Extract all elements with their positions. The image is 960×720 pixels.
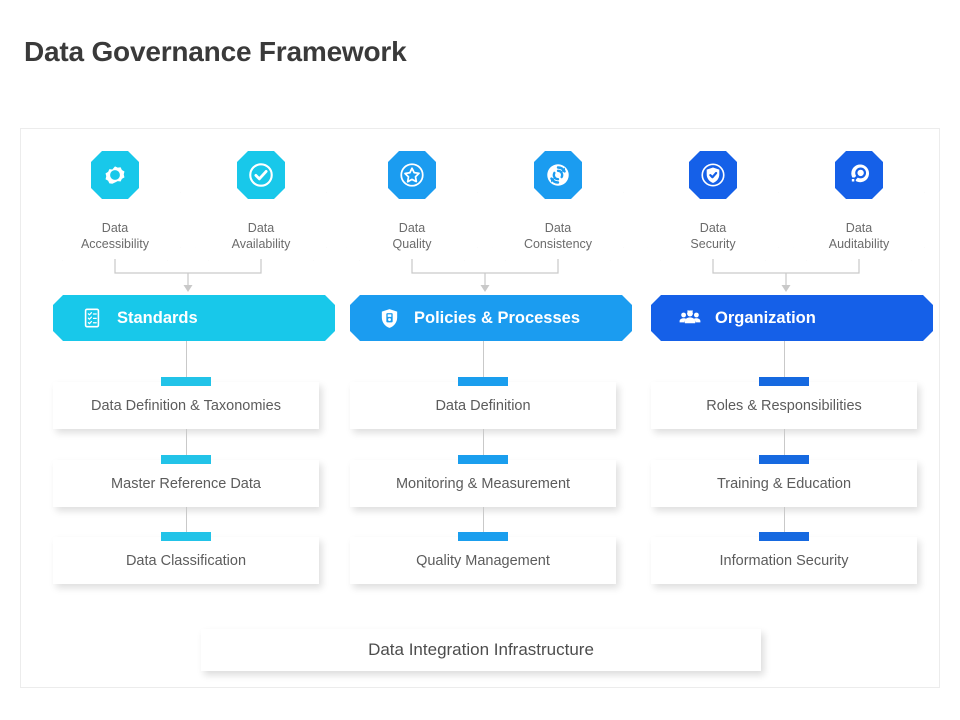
item-label: Master Reference Data <box>111 475 261 492</box>
accent-bar <box>458 532 508 541</box>
item-label: Quality Management <box>416 552 550 569</box>
item-card[interactable]: Training & Education <box>651 455 917 507</box>
capability-row: Data Security Data Auditability <box>647 151 937 261</box>
people-group-icon <box>677 305 703 331</box>
slide: Data Governance Framework Data Accessibi… <box>0 0 960 720</box>
item-label: Data Definition & Taxonomies <box>91 397 281 414</box>
bracket-connector <box>114 259 262 292</box>
bracket-connector <box>712 259 860 292</box>
capability-label: Data Consistency <box>523 221 593 251</box>
accent-bar <box>458 455 508 464</box>
connector-line <box>483 429 484 455</box>
item-card[interactable]: Data Classification <box>53 532 319 584</box>
shield-check-icon <box>689 151 737 199</box>
capability-label: Data Availability <box>231 221 291 251</box>
banner-standards[interactable]: Standards <box>53 295 335 341</box>
item-label: Data Classification <box>125 552 247 569</box>
column-policies-processes: Data Quality Data Consistency Policies &… <box>346 129 636 687</box>
banner-label: Policies & Processes <box>414 308 581 327</box>
bracket-connector <box>411 259 559 292</box>
accent-bar <box>458 377 508 386</box>
item-label: Training & Education <box>716 475 852 492</box>
checklist-icon <box>79 305 105 331</box>
capability-label: Data Security <box>690 221 736 251</box>
connector-line <box>483 341 484 377</box>
check-circle-icon <box>237 151 285 199</box>
accent-bar <box>161 377 211 386</box>
connector-line <box>483 507 484 532</box>
item-label: Information Security <box>719 552 849 569</box>
accent-bar <box>161 455 211 464</box>
item-card[interactable]: Data Definition <box>350 377 616 429</box>
shield-document-icon <box>376 305 402 331</box>
banner-label: Organization <box>715 308 816 327</box>
banner-organization[interactable]: Organization <box>651 295 933 341</box>
capability-row: Data Quality Data Consistency <box>346 151 636 261</box>
item-label: Data Definition <box>435 397 531 414</box>
connector-line <box>186 507 187 532</box>
footer-label: Data Integration Infrastructure <box>368 640 594 659</box>
item-label: Monitoring & Measurement <box>395 475 571 492</box>
gear-icon <box>91 151 139 199</box>
banner-label: Standards <box>117 308 198 327</box>
footer-bar[interactable]: Data Integration Infrastructure <box>201 629 761 671</box>
capability-row: Data Accessibility Data Availability <box>49 151 339 261</box>
item-card[interactable]: Quality Management <box>350 532 616 584</box>
capability-label: Data Accessibility <box>80 221 150 251</box>
connector-line <box>784 507 785 532</box>
capability-label: Data Quality <box>392 221 432 251</box>
connector-line <box>186 429 187 455</box>
sync-icon <box>534 151 582 199</box>
connector-line <box>186 341 187 377</box>
column-standards: Data Accessibility Data Availability Sta… <box>49 129 339 687</box>
banner-policies-processes[interactable]: Policies & Processes <box>350 295 632 341</box>
accent-bar <box>759 377 809 386</box>
page-title: Data Governance Framework <box>24 36 407 67</box>
item-card[interactable]: Information Security <box>651 532 917 584</box>
accent-bar <box>759 455 809 464</box>
connector-line <box>784 429 785 455</box>
capability-label: Data Auditability <box>828 221 890 251</box>
star-circle-icon <box>388 151 436 199</box>
column-organization: Data Security Data Auditability Organiza… <box>647 129 937 687</box>
connector-line <box>784 341 785 377</box>
item-label: Roles & Responsibilities <box>706 397 862 414</box>
magnifier-icon <box>835 151 883 199</box>
accent-bar <box>161 532 211 541</box>
item-card[interactable]: Data Definition & Taxonomies <box>53 377 319 429</box>
item-card[interactable]: Roles & Responsibilities <box>651 377 917 429</box>
diagram-frame: Data Accessibility Data Availability Sta… <box>20 128 940 688</box>
item-card[interactable]: Master Reference Data <box>53 455 319 507</box>
item-card[interactable]: Monitoring & Measurement <box>350 455 616 507</box>
accent-bar <box>759 532 809 541</box>
